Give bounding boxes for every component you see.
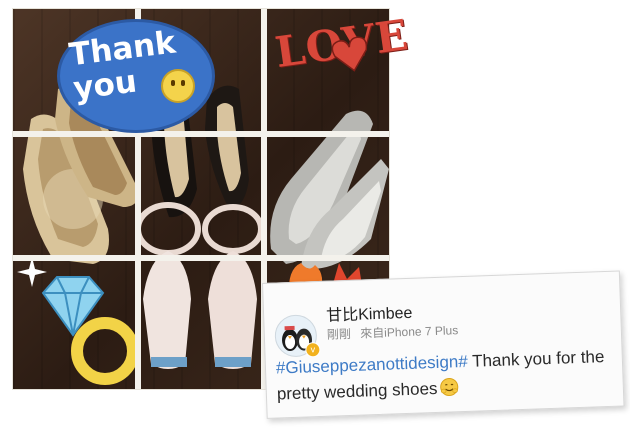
hashtag-link[interactable]: #Giuseppezanottidesign# [276, 352, 468, 378]
smiling-face-emoji-icon [439, 378, 458, 397]
smiley-icon [161, 69, 195, 103]
post-body: #Giuseppezanottidesign# Thank you for th… [276, 344, 618, 408]
ring-sticker [71, 317, 139, 385]
post-username[interactable]: 甘比Kimbee [326, 299, 413, 326]
grid-divider [13, 131, 389, 137]
post-source[interactable]: 來自iPhone 7 Plus [360, 323, 458, 340]
heart-icon [331, 36, 368, 72]
grid-divider [13, 255, 389, 261]
silver-crystal-pump-pair [270, 110, 389, 269]
post-meta: 剛剛 來自iPhone 7 Plus [327, 321, 459, 343]
post-time: 剛剛 [326, 326, 352, 342]
blush-ankle-strap-sandal-pair [135, 202, 264, 369]
sparkle-sticker [17, 257, 47, 287]
social-post-card: v 甘比Kimbee 剛剛 來自iPhone 7 Plus #Giuseppez… [262, 270, 625, 419]
